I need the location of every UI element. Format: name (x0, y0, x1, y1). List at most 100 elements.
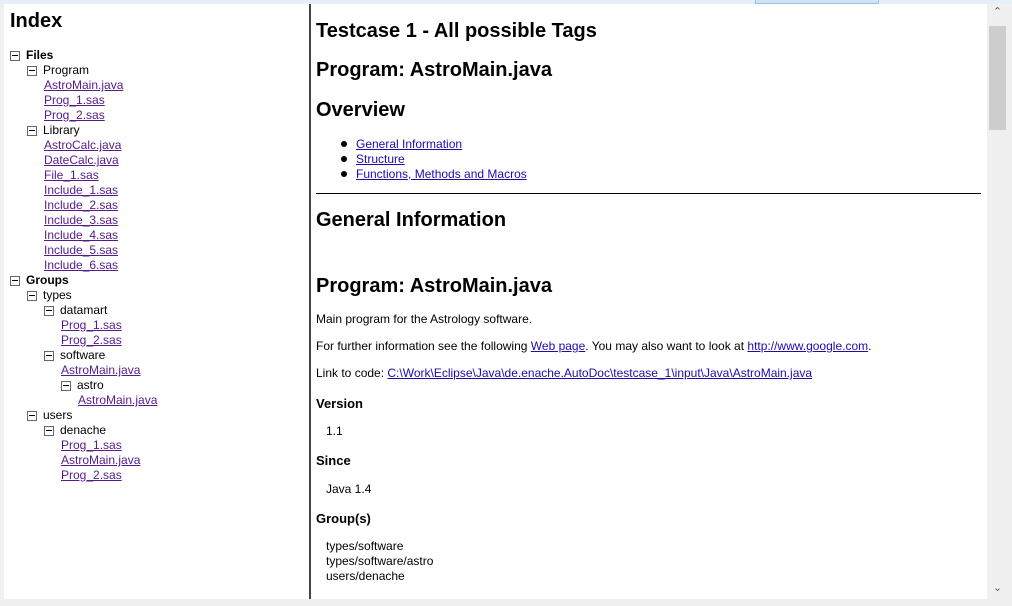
tree-link-label[interactable]: Prog_1.sas (61, 438, 122, 453)
collapse-toggle-icon[interactable] (44, 351, 54, 361)
scroll-down-icon[interactable]: ⌄ (987, 580, 1008, 597)
tree-file-link[interactable]: Prog_2.sas (4, 333, 304, 348)
collapse-toggle-icon[interactable] (44, 306, 54, 316)
tree-file-link[interactable]: Prog_1.sas (4, 93, 304, 108)
section-divider (316, 193, 981, 194)
tree-link-label[interactable]: AstroMain.java (61, 453, 140, 468)
overview-list: General Information Structure Functions,… (316, 137, 981, 182)
tree-link-label[interactable]: Prog_2.sas (61, 333, 122, 348)
overview-item: Structure (341, 152, 981, 167)
collapse-toggle-icon[interactable] (27, 66, 37, 76)
code-link-prefix: Link to code: (316, 366, 385, 380)
tree-file-link[interactable]: File_1.sas (4, 168, 304, 183)
tree-file-link[interactable]: AstroMain.java (4, 393, 304, 408)
code-link-line: Link to code: C:\Work\Eclipse\Java\de.en… (316, 366, 812, 380)
tree-node-label: astro (77, 378, 104, 392)
groups-label: Group(s) (316, 511, 371, 526)
content-scrollbar[interactable]: ⌃ ⌄ (987, 4, 1008, 599)
further-info-prefix: For further information see the followin… (316, 339, 528, 353)
tree-file-link[interactable]: Prog_1.sas (4, 318, 304, 333)
tree-link-label[interactable]: Include_1.sas (44, 183, 118, 198)
further-info-middle: . You may also want to look at (585, 339, 745, 353)
scroll-thumb[interactable] (989, 26, 1006, 130)
collapse-toggle-icon[interactable] (44, 426, 54, 436)
code-link[interactable]: C:\Work\Eclipse\Java\de.enache.AutoDoc\t… (387, 366, 812, 380)
overview-item: Functions, Methods and Macros (341, 167, 981, 182)
tree-node-label: Library (43, 123, 80, 137)
tree-link-label[interactable]: Include_5.sas (44, 243, 118, 258)
overview-link-general-information[interactable]: General Information (356, 137, 462, 151)
tree-file-link[interactable]: Prog_2.sas (4, 468, 304, 483)
tree-group-node[interactable]: types (4, 288, 304, 303)
google-link[interactable]: http://www.google.com (747, 339, 868, 353)
tree-node-label: Program (43, 63, 90, 77)
further-info-line: For further information see the followin… (316, 339, 871, 353)
overview-item: General Information (341, 137, 981, 152)
tree-file-link[interactable]: Include_6.sas (4, 258, 304, 273)
tree-link-label[interactable]: AstroMain.java (78, 393, 157, 408)
tree-link-label[interactable]: File_1.sas (44, 168, 99, 183)
tree-group-node[interactable]: users (4, 408, 304, 423)
collapse-toggle-icon[interactable] (10, 51, 20, 61)
program-description: Main program for the Astrology software. (316, 312, 533, 326)
tree-file-link[interactable]: Prog_2.sas (4, 108, 304, 123)
tree-link-label[interactable]: Prog_1.sas (61, 318, 122, 333)
since-value: Java 1.4 (326, 482, 372, 496)
collapse-toggle-icon[interactable] (10, 276, 20, 286)
tree-node-label: types (43, 288, 72, 302)
tree-link-label[interactable]: DateCalc.java (44, 153, 119, 168)
tree-group-node[interactable]: software (4, 348, 304, 363)
tree-file-link[interactable]: Prog_1.sas (4, 438, 304, 453)
general-information-heading: General Information (316, 209, 507, 231)
collapse-toggle-icon[interactable] (27, 411, 37, 421)
tree-node-label: users (43, 408, 73, 422)
tree-group-node[interactable]: datamart (4, 303, 304, 318)
scroll-up-icon[interactable]: ⌃ (987, 4, 1008, 21)
tree-link-label[interactable]: Include_2.sas (44, 198, 118, 213)
tree-link-label[interactable]: AstroMain.java (44, 78, 123, 93)
version-label: Version (316, 396, 363, 411)
tree-group-node[interactable]: Program (4, 63, 304, 78)
tree-group-node[interactable]: denache (4, 423, 304, 438)
tree-node-label: software (60, 348, 106, 362)
tree-file-link[interactable]: Include_3.sas (4, 213, 304, 228)
tree-file-link[interactable]: Include_1.sas (4, 183, 304, 198)
collapse-toggle-icon[interactable] (61, 381, 71, 391)
tree-node-label: Files (26, 48, 54, 62)
tree-file-link[interactable]: AstroMain.java (4, 453, 304, 468)
tree-link-label[interactable]: AstroCalc.java (44, 138, 121, 153)
tree-link-label[interactable]: Prog_2.sas (44, 108, 105, 123)
tree-file-link[interactable]: AstroMain.java (4, 78, 304, 93)
index-pane: Index Files Program AstroMain.java Prog_1.s… (4, 4, 311, 599)
overview-link-structure[interactable]: Structure (356, 152, 405, 166)
tree-file-link[interactable]: Include_4.sas (4, 228, 304, 243)
tree-group-node[interactable]: astro (4, 378, 304, 393)
collapse-toggle-icon[interactable] (27, 126, 37, 136)
group-value: users/denache (326, 569, 405, 583)
group-value: types/software (326, 539, 404, 553)
tree-link-label[interactable]: Include_4.sas (44, 228, 118, 243)
tree-file-link[interactable]: Include_5.sas (4, 243, 304, 258)
tree-file-link[interactable]: Include_2.sas (4, 198, 304, 213)
overview-link-functions[interactable]: Functions, Methods and Macros (356, 167, 527, 181)
tree-link-label[interactable]: Include_6.sas (44, 258, 118, 273)
collapse-toggle-icon[interactable] (27, 291, 37, 301)
since-label: Since (316, 453, 351, 468)
tree-link-label[interactable]: Prog_1.sas (44, 93, 105, 108)
tree-file-link[interactable]: DateCalc.java (4, 153, 304, 168)
tree-link-label[interactable]: Include_3.sas (44, 213, 118, 228)
groups-values: types/software types/software/astro user… (326, 539, 433, 584)
tree-group-node[interactable]: Groups (4, 273, 304, 288)
tree-link-label[interactable]: AstroMain.java (61, 363, 140, 378)
content-pane: Testcase 1 - All possible Tags Program: … (311, 4, 987, 599)
tree-node-label: datamart (60, 303, 108, 317)
tree-node-label: Groups (26, 273, 69, 287)
tree-file-link[interactable]: AstroMain.java (4, 363, 304, 378)
tree-file-link[interactable]: AstroCalc.java (4, 138, 304, 153)
tree-group-node[interactable]: Library (4, 123, 304, 138)
tree-group-node[interactable]: Files (4, 48, 304, 63)
program-heading: Program: AstroMain.java (316, 59, 552, 81)
document-title: Testcase 1 - All possible Tags (316, 20, 597, 42)
web-page-link[interactable]: Web page (531, 339, 586, 353)
tree-link-label[interactable]: Prog_2.sas (61, 468, 122, 483)
